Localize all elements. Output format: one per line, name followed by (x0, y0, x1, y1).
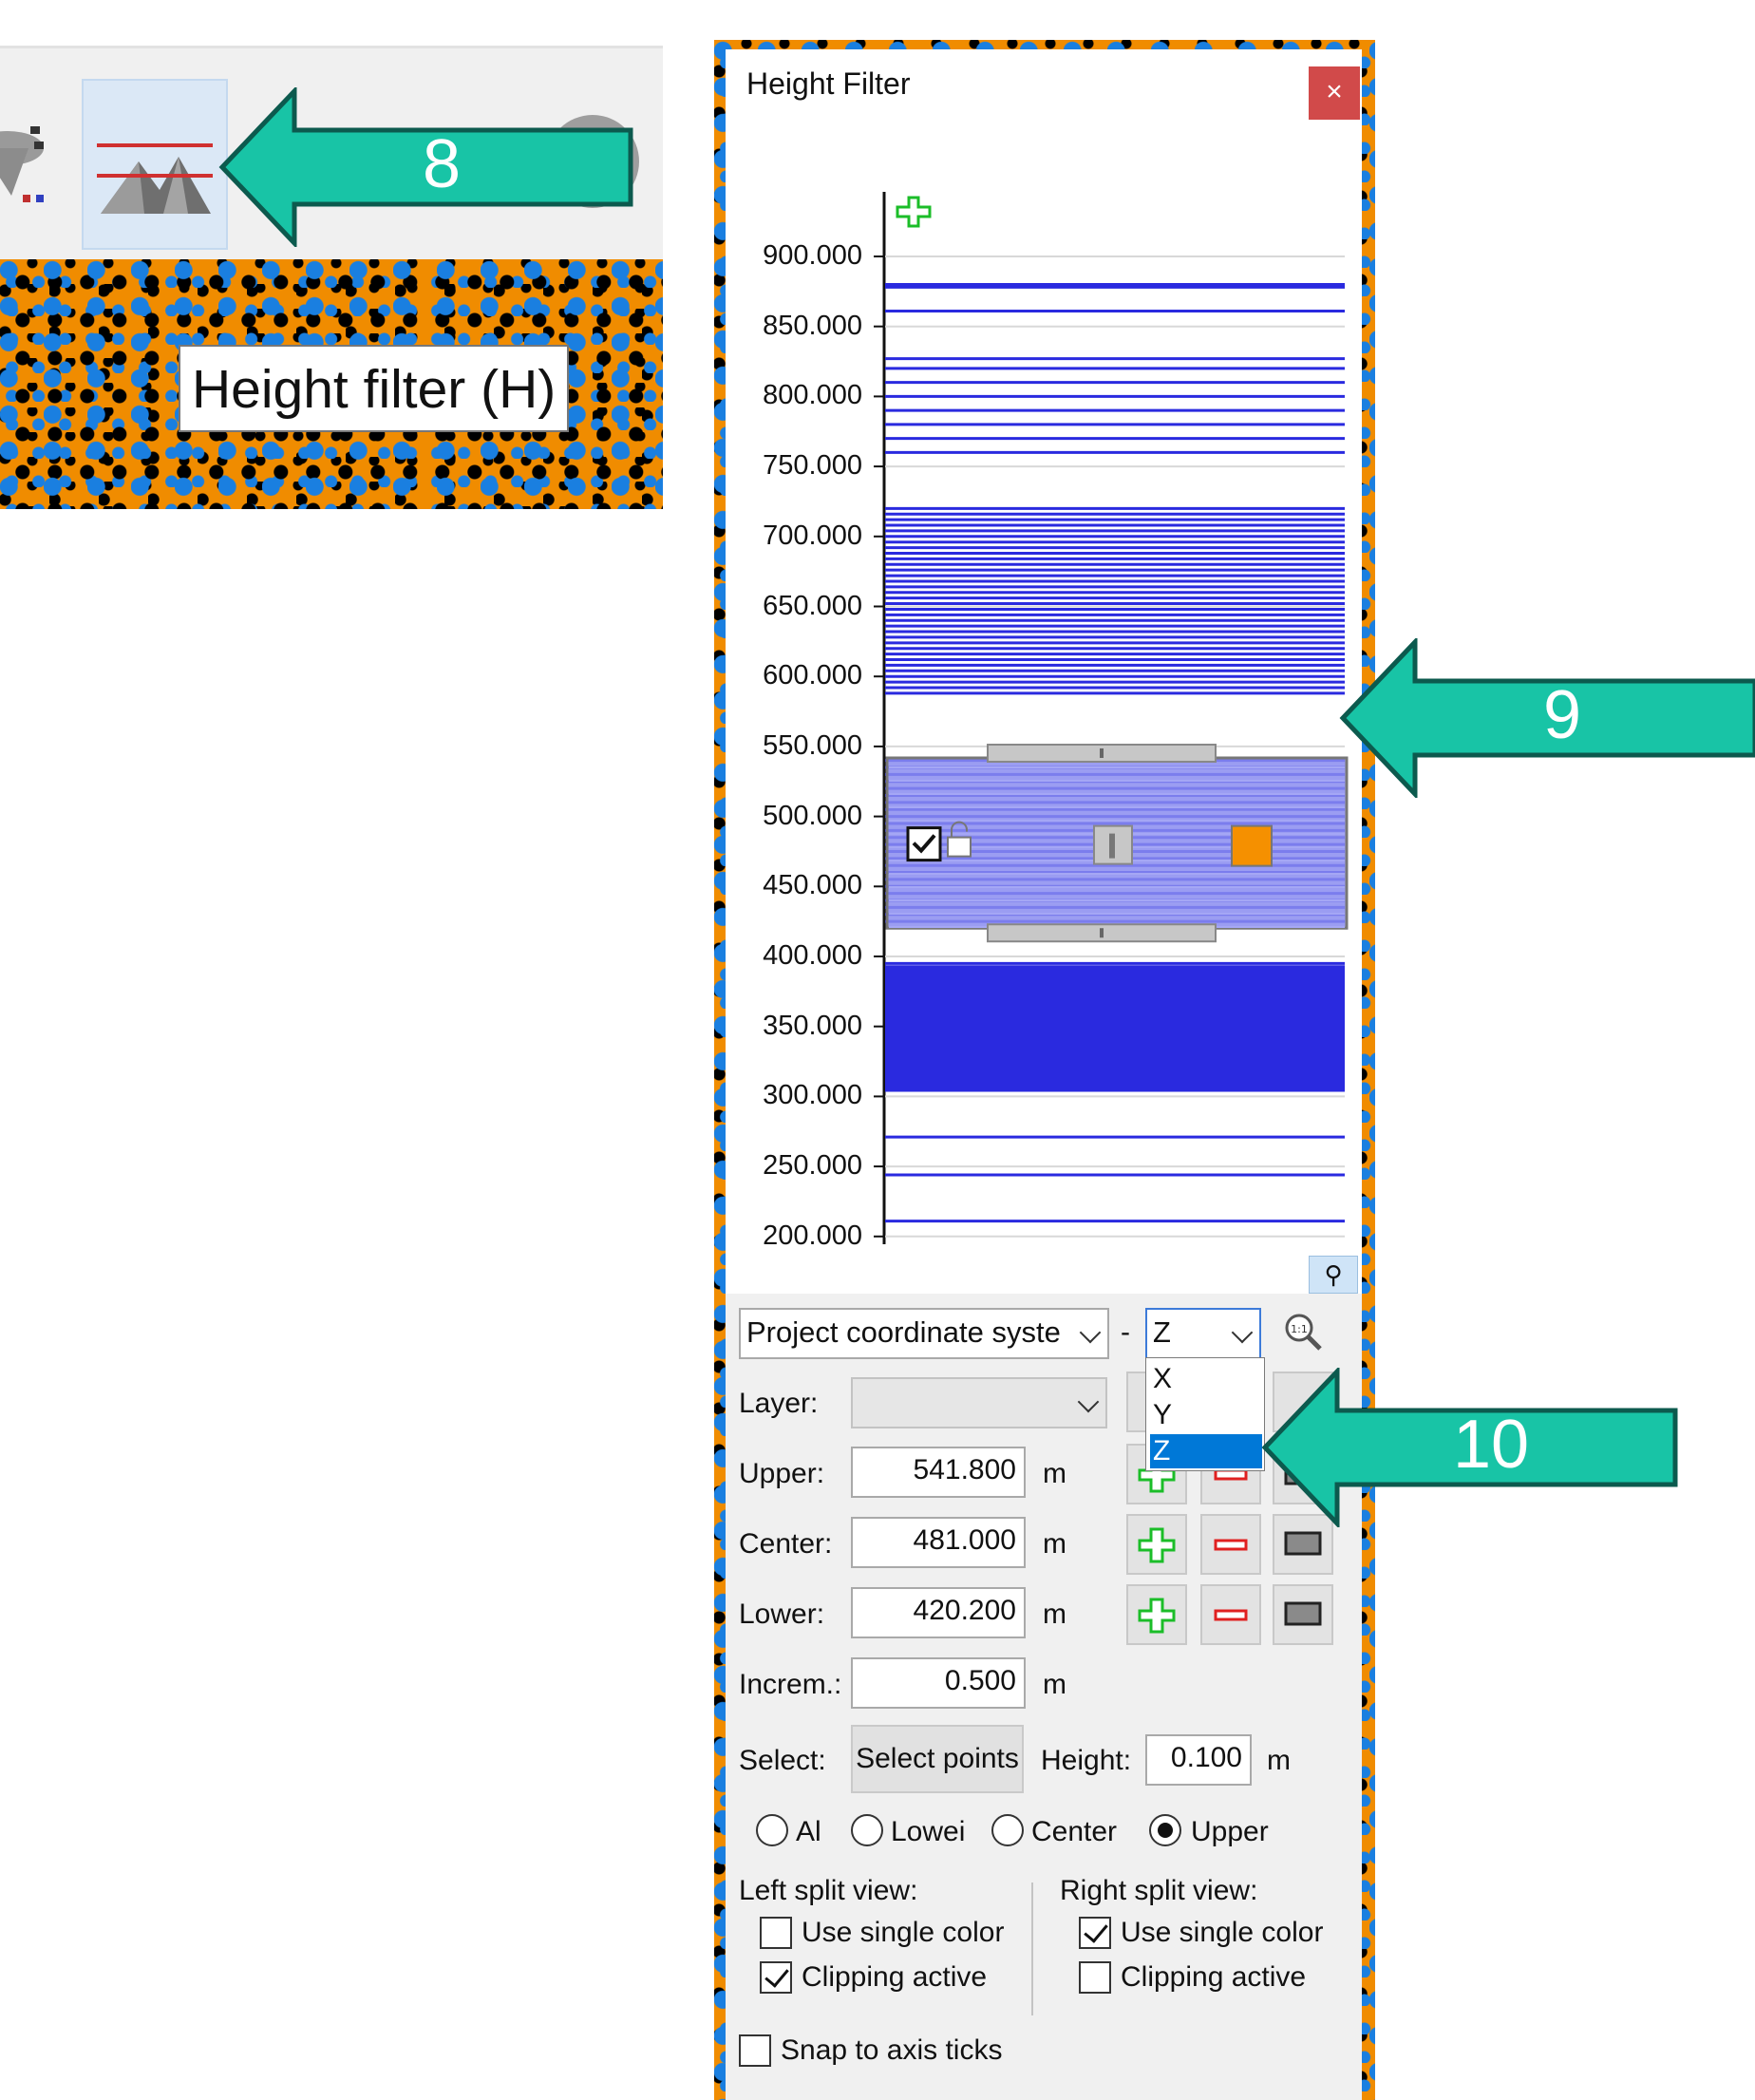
center-input[interactable]: 481.000 (851, 1517, 1026, 1568)
lower-label: Lower: (739, 1599, 825, 1630)
minus-icon (1214, 1539, 1248, 1551)
left-clipping-active-label: Clipping active (802, 1961, 988, 1993)
radio-center-label: Center (1031, 1816, 1118, 1847)
left-clipping-active-checkbox[interactable] (760, 1961, 792, 1994)
band-color-swatch (1231, 824, 1273, 867)
select-label: Select: (739, 1745, 826, 1776)
upper-unit: m (1043, 1458, 1066, 1489)
axis-select-value: Z (1153, 1315, 1171, 1349)
coordinate-system-select[interactable]: Project coordinate syste (739, 1308, 1109, 1359)
right-clipping-active-label: Clipping active (1121, 1961, 1307, 1993)
close-button[interactable]: × (1309, 66, 1360, 120)
radio-upper-label: Upper (1191, 1816, 1269, 1847)
radio-all-label: Al (796, 1816, 821, 1847)
svg-text:1:1: 1:1 (1291, 1323, 1308, 1335)
upper-label: Upper: (739, 1458, 825, 1489)
center-unit: m (1043, 1528, 1066, 1560)
height-filter-button[interactable] (82, 79, 228, 250)
layer-label: Layer: (739, 1388, 819, 1419)
left-use-single-color-label: Use single color (802, 1917, 1005, 1948)
axis-separator: - (1121, 1316, 1130, 1348)
height-filter-icon (97, 143, 213, 214)
axis-option-z[interactable]: Z (1150, 1434, 1262, 1468)
lower-handle-grip (1100, 928, 1104, 938)
height-input[interactable]: 0.100 (1145, 1734, 1252, 1786)
right-use-single-color-label: Use single color (1121, 1917, 1324, 1948)
increment-label: Increm.: (739, 1669, 842, 1700)
left-split-label: Left split view: (739, 1875, 918, 1906)
plus-icon (1138, 1527, 1176, 1563)
layer-select[interactable] (851, 1377, 1107, 1428)
snap-to-axis-ticks-label: Snap to axis ticks (781, 2034, 1003, 2066)
tooltip: Height filter (H) (179, 345, 570, 432)
chevron-down-icon (1231, 1321, 1254, 1344)
rectangle-icon (1284, 1601, 1322, 1626)
height-unit: m (1267, 1745, 1291, 1776)
radio-lower[interactable] (851, 1814, 883, 1846)
split-divider (1031, 1882, 1033, 2015)
callout-number-10: 10 (1452, 1407, 1530, 1483)
lower-unit: m (1043, 1599, 1066, 1630)
upper-handle-grip (1100, 747, 1104, 758)
minus-icon (1214, 1609, 1248, 1621)
radio-center[interactable] (991, 1814, 1024, 1846)
axis-select[interactable]: Z (1145, 1308, 1261, 1359)
snap-to-axis-ticks-checkbox[interactable] (739, 2034, 771, 2067)
add-filter-icon[interactable] (896, 196, 932, 228)
right-clipping-active-checkbox[interactable] (1079, 1961, 1111, 1994)
chevron-down-icon (1079, 1321, 1102, 1344)
chevron-down-icon (1077, 1391, 1100, 1413)
height-histogram-svg (874, 192, 1349, 1244)
axis-option-y[interactable]: Y (1150, 1398, 1262, 1432)
height-label: Height: (1041, 1745, 1132, 1776)
cloud-filter-icon[interactable] (0, 105, 47, 210)
zoom-reset-icon[interactable]: ⚲ (1309, 1256, 1358, 1294)
coordinate-system-value: Project coordinate syste (746, 1315, 1061, 1349)
dialog-title: Height Filter (746, 66, 911, 101)
radio-lower-label: Lowei (891, 1816, 966, 1847)
select-points-button[interactable]: Select points (851, 1725, 1024, 1793)
height-histogram[interactable]: 900.000 850.000 800.000 750.000 700.000 650.0… (726, 135, 1362, 1294)
callout-number-8: 8 (422, 126, 462, 202)
callout-number-9: 9 (1542, 677, 1582, 753)
radio-all[interactable] (756, 1814, 788, 1846)
center-handle-grip (1109, 833, 1115, 859)
center-minus-button[interactable] (1200, 1514, 1261, 1575)
lower-input[interactable]: 420.200 (851, 1587, 1026, 1638)
right-split-label: Right split view: (1060, 1875, 1258, 1906)
increment-input[interactable]: 0.500 (851, 1657, 1026, 1709)
radio-upper[interactable] (1149, 1814, 1181, 1846)
dialog-titlebar: Height Filter × (726, 49, 1362, 135)
lower-minus-button[interactable] (1200, 1584, 1261, 1645)
zoom-1to1-icon[interactable]: 1:1 (1280, 1309, 1328, 1356)
height-filter-dialog: Height Filter × 900.000 850.000 800.000 750… (726, 49, 1362, 2100)
lower-plus-button[interactable] (1126, 1584, 1187, 1645)
increment-unit: m (1043, 1669, 1066, 1700)
lower-set-button[interactable] (1273, 1584, 1333, 1645)
filter-band[interactable] (885, 743, 1349, 943)
center-plus-button[interactable] (1126, 1514, 1187, 1575)
axis-option-x[interactable]: X (1150, 1362, 1262, 1396)
upper-input[interactable]: 541.800 (851, 1447, 1026, 1498)
axis-dropdown-list: X Y Z (1145, 1357, 1265, 1471)
left-use-single-color-checkbox[interactable] (760, 1917, 792, 1949)
plus-icon (1138, 1598, 1176, 1634)
right-use-single-color-checkbox[interactable] (1079, 1917, 1111, 1949)
center-label: Center: (739, 1528, 833, 1560)
lock-icon (947, 836, 972, 858)
